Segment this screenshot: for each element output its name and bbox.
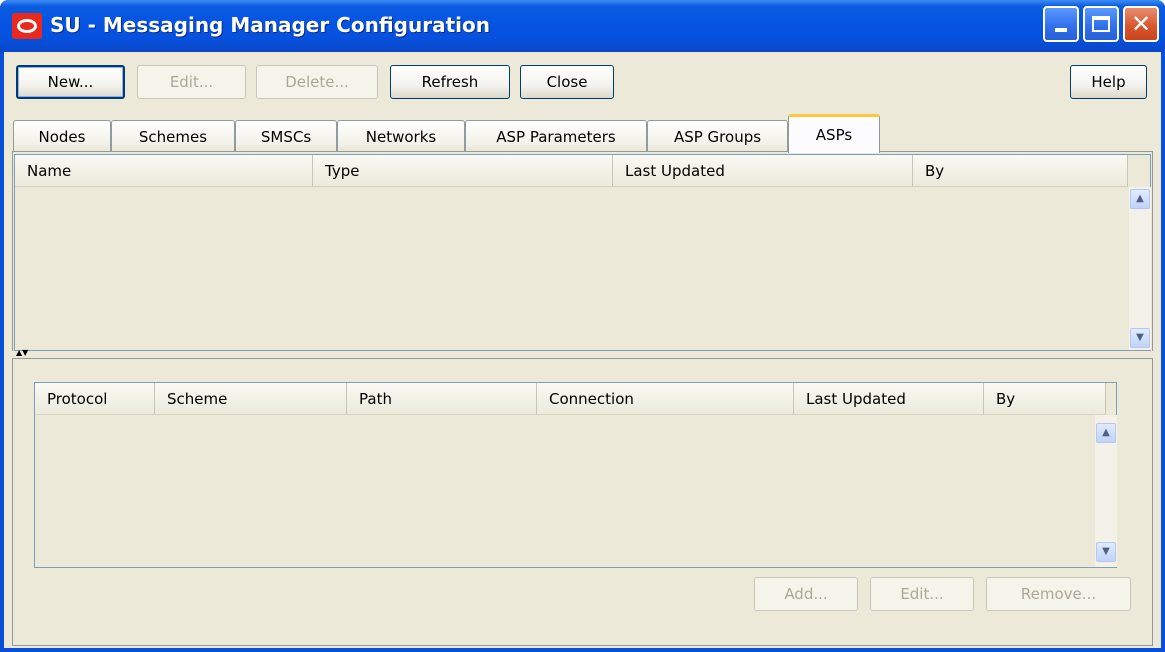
asp-table-scrollbar[interactable]: ▲ ▼ xyxy=(1129,187,1151,350)
oracle-logo-icon xyxy=(12,13,42,39)
column-header-connection[interactable]: Connection xyxy=(537,383,794,415)
tab-networks[interactable]: Networks xyxy=(337,120,465,152)
asp-table[interactable]: Name Type Last Updated By ▲ ▼ xyxy=(14,154,1151,351)
add-button[interactable]: Add... xyxy=(754,577,858,611)
maximize-icon xyxy=(1092,16,1110,32)
chevron-up-icon[interactable]: ▲ xyxy=(1130,189,1150,209)
column-header-protocol[interactable]: Protocol xyxy=(35,383,155,415)
chevron-up-icon[interactable]: ▲ xyxy=(1096,423,1116,443)
column-header-scheme[interactable]: Scheme xyxy=(155,383,347,415)
new-button[interactable]: New... xyxy=(16,65,125,99)
tab-asps[interactable]: ASPs xyxy=(788,114,880,153)
close-button[interactable]: Close xyxy=(520,65,614,99)
chevron-down-icon[interactable]: ▼ xyxy=(1130,328,1150,348)
title-bar[interactable]: SU - Messaging Manager Configuration ✕ xyxy=(0,0,1165,52)
client-area: New... Edit... Delete... Refresh Close H… xyxy=(4,52,1161,648)
window-title: SU - Messaging Manager Configuration xyxy=(50,13,490,37)
remove-button[interactable]: Remove... xyxy=(986,577,1131,611)
delete-button[interactable]: Delete... xyxy=(256,65,378,99)
detail-table-scrollbar[interactable]: ▲ ▼ xyxy=(1095,415,1117,567)
maximize-button[interactable] xyxy=(1083,6,1119,42)
tab-nodes[interactable]: Nodes xyxy=(13,120,111,152)
column-header-last-updated[interactable]: Last Updated xyxy=(613,155,913,187)
column-header-by[interactable]: By xyxy=(913,155,1128,187)
split-pane-divider[interactable]: ▲▼ xyxy=(12,348,1153,359)
column-header-type[interactable]: Type xyxy=(313,155,613,187)
refresh-button[interactable]: Refresh xyxy=(390,65,510,99)
help-button[interactable]: Help xyxy=(1070,65,1147,99)
column-header-last-updated[interactable]: Last Updated xyxy=(794,383,984,415)
app-window: SU - Messaging Manager Configuration ✕ N… xyxy=(0,0,1165,652)
asp-detail-table[interactable]: Protocol Scheme Path Connection Last Upd… xyxy=(34,382,1117,568)
edit-button[interactable]: Edit... xyxy=(137,65,246,99)
tab-smscs[interactable]: SMSCs xyxy=(235,120,337,152)
close-icon: ✕ xyxy=(1130,10,1152,38)
tab-asp-parameters[interactable]: ASP Parameters xyxy=(465,120,647,152)
detail-edit-button[interactable]: Edit... xyxy=(870,577,974,611)
column-header-name[interactable]: Name xyxy=(15,155,313,187)
column-header-by[interactable]: By xyxy=(984,383,1106,415)
minimize-icon xyxy=(1055,28,1067,32)
close-window-button[interactable]: ✕ xyxy=(1123,6,1159,42)
tab-asp-groups[interactable]: ASP Groups xyxy=(647,120,788,152)
minimize-button[interactable] xyxy=(1043,6,1079,42)
split-arrows-icon[interactable]: ▲▼ xyxy=(16,348,28,357)
tab-schemes[interactable]: Schemes xyxy=(111,120,235,152)
column-header-path[interactable]: Path xyxy=(347,383,537,415)
chevron-down-icon[interactable]: ▼ xyxy=(1096,542,1116,562)
